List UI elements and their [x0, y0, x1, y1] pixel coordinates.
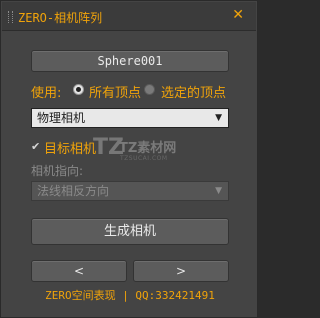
- close-icon[interactable]: ✕: [232, 7, 244, 23]
- prev-button[interactable]: <: [31, 260, 127, 282]
- pick-object-button[interactable]: Sphere001: [31, 50, 229, 72]
- radio-selected-vertices-label[interactable]: 选定的顶点: [161, 82, 226, 101]
- radio-all-vertices-label[interactable]: 所有顶点: [89, 82, 141, 101]
- camera-type-value: 物理相机: [37, 111, 86, 125]
- camera-type-select[interactable]: 物理相机 ▼: [31, 108, 229, 128]
- watermark: TZ TZ素材网 TZSUCAI.COM: [93, 135, 193, 175]
- generate-cameras-button[interactable]: 生成相机: [31, 218, 229, 245]
- radio-selected-vertices[interactable]: [144, 84, 155, 95]
- target-camera-label[interactable]: 目标相机: [44, 138, 96, 157]
- chevron-down-icon: ▼: [215, 186, 222, 196]
- watermark-name: TZ素材网: [119, 141, 177, 156]
- camera-direction-select[interactable]: 法线相反方向 ▼: [31, 181, 229, 201]
- camera-direction-label: 相机指向:: [31, 164, 84, 178]
- footer-credit: ZERO空间表现 | QQ:332421491: [45, 289, 215, 302]
- radio-all-vertices[interactable]: [73, 84, 84, 95]
- title-bar[interactable]: ZERO-相机阵列 ✕: [2, 2, 256, 31]
- camera-array-panel: ZERO-相机阵列 ✕ Sphere001 使用: 所有顶点 选定的顶点 物理相…: [0, 0, 258, 318]
- chevron-down-icon: ▼: [215, 113, 222, 123]
- drag-grip-icon[interactable]: [8, 11, 13, 23]
- window-title: ZERO-相机阵列: [18, 11, 103, 25]
- next-button[interactable]: >: [133, 260, 229, 282]
- use-label: 使用:: [31, 86, 62, 101]
- watermark-url: TZSUCAI.COM: [120, 155, 168, 162]
- camera-direction-value: 法线相反方向: [37, 184, 110, 198]
- target-camera-checkbox[interactable]: ✔: [31, 141, 42, 152]
